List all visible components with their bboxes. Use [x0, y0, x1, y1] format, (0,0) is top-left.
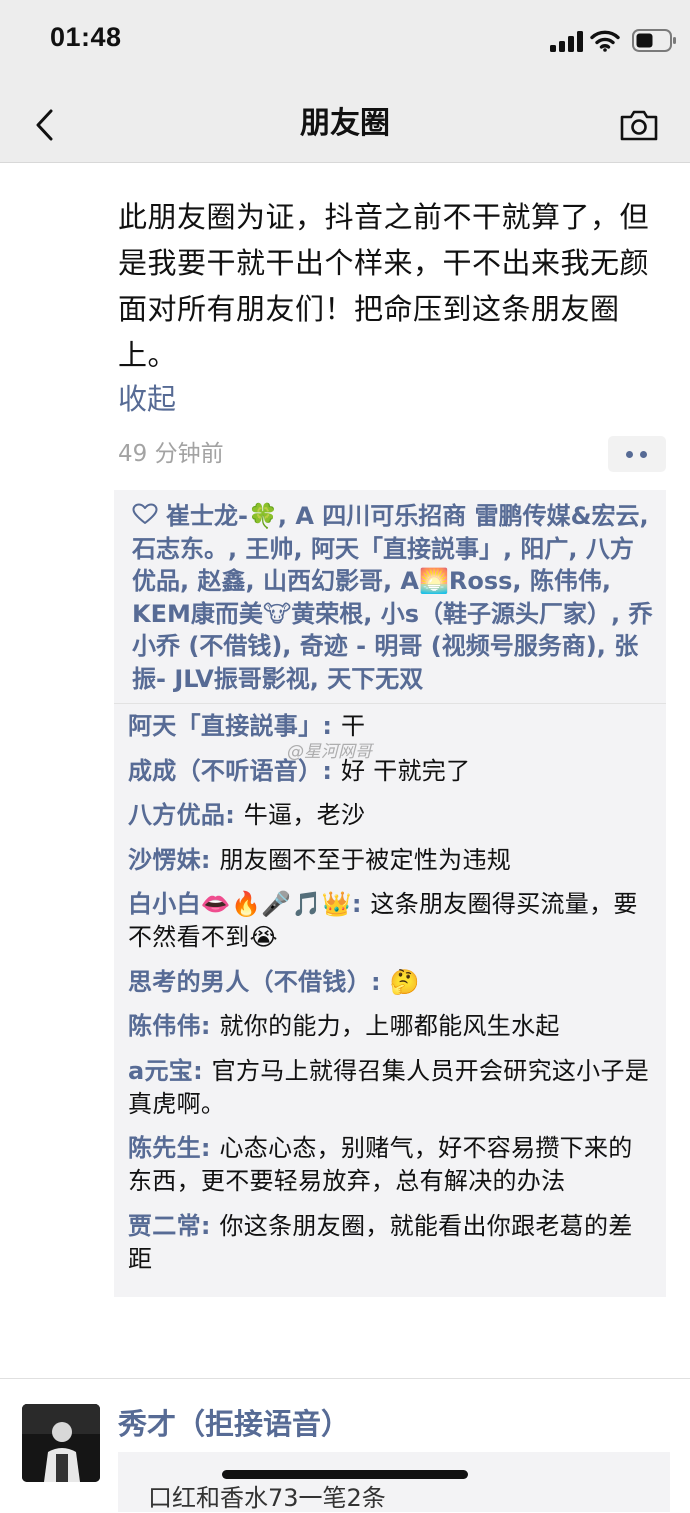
comment-author[interactable]: 阿天「直接説事」: [128, 712, 322, 740]
comment-row[interactable]: 白小白👄🔥🎤🎵👑: 这条朋友圈得买流量，要不然看不到😭: [128, 888, 652, 954]
comment-row[interactable]: 沙愣妹: 朋友圈不至于被定性为违规: [128, 844, 652, 877]
collapse-link[interactable]: 收起: [118, 376, 176, 422]
chevron-left-icon: [36, 109, 53, 141]
comment-row[interactable]: 八方优品: 牛逼，老沙: [128, 799, 652, 832]
back-button[interactable]: [20, 98, 68, 152]
battery-icon: [632, 29, 676, 52]
watermark: @星河网哥: [287, 742, 372, 762]
comment-author[interactable]: a元宝: [128, 1057, 193, 1085]
comment-separator: :: [200, 1211, 220, 1240]
comment-author[interactable]: 沙愣妹: [128, 846, 201, 874]
comment-separator: :: [200, 845, 220, 874]
comment-separator: :: [200, 1012, 220, 1040]
comment-row[interactable]: a元宝: 官方马上就得召集人员开会研究这小子是真虎啊。: [128, 1055, 652, 1121]
camera-button[interactable]: [616, 102, 662, 148]
comment-text: 就你的能力，上哪都能风生水起: [219, 1012, 560, 1040]
avatar-image: [22, 1404, 100, 1482]
post-time: 49 分钟前: [118, 441, 224, 467]
heart-icon: [132, 503, 158, 524]
post-divider: [0, 1378, 690, 1379]
next-post-preview: 口红和香水73一笔2条: [148, 1484, 386, 1512]
more-actions-button[interactable]: [608, 436, 666, 472]
comment-author[interactable]: 陈伟伟: [128, 1012, 201, 1040]
next-post-preview-box: 口红和香水73一笔2条: [118, 1452, 670, 1512]
comment-text: 牛逼，老沙: [243, 801, 366, 829]
comment-author[interactable]: 白小白👄🔥🎤🎵👑: [128, 890, 352, 918]
comment-separator: :: [193, 1056, 212, 1085]
comment-text: 朋友圈不至于被定性为违规: [219, 845, 512, 874]
likes-names[interactable]: 崔士龙-🍀, A 四川可乐招商 雷鹏传媒&宏云, 石志东。, 王帅, 阿天「直接…: [132, 502, 653, 693]
interaction-box: 崔士龙-🍀, A 四川可乐招商 雷鹏传媒&宏云, 石志东。, 王帅, 阿天「直接…: [114, 490, 666, 1297]
nav-bar: 朋友圈: [0, 88, 690, 163]
comment-author[interactable]: 陈先生: [128, 1134, 201, 1162]
comment-separator: :: [322, 712, 341, 740]
comment-separator: :: [200, 1134, 220, 1162]
comment-author[interactable]: 贾二常: [128, 1212, 201, 1240]
comment-separator: :: [371, 967, 390, 996]
comment-row[interactable]: 陈先生: 心态心态，别赌气，好不容易攒下来的东西，更不要轻易放弃，总有解决的办法: [128, 1132, 652, 1198]
avatar[interactable]: [22, 1404, 100, 1482]
likes-section: 崔士龙-🍀, A 四川可乐招商 雷鹏传媒&宏云, 石志东。, 王帅, 阿天「直接…: [114, 490, 666, 704]
home-indicator: [222, 1470, 468, 1479]
comment-author[interactable]: 思考的男人（不借钱）: [128, 968, 371, 996]
next-post-author[interactable]: 秀才（拒接语音）: [118, 1402, 350, 1446]
comment-separator: :: [351, 890, 371, 918]
comment-separator: :: [225, 801, 244, 829]
more-dot-icon: [626, 451, 633, 458]
comment-text: 干: [340, 712, 366, 740]
comment-row[interactable]: 思考的男人（不借钱）: 🤔: [128, 966, 652, 999]
page-title: 朋友圈: [300, 106, 390, 141]
more-dot-icon: [640, 451, 647, 458]
comment-author[interactable]: 八方优品: [128, 801, 225, 829]
camera-icon: [620, 110, 658, 141]
comment-row[interactable]: 阿天「直接説事」: 干: [128, 710, 652, 743]
status-time: 01:48: [50, 22, 122, 52]
comment-row[interactable]: 贾二常: 你这条朋友圈，就能看出你跟老葛的差距: [128, 1210, 652, 1276]
comment-text: 🤔: [389, 967, 420, 996]
wifi-icon: [590, 30, 620, 52]
comment-row[interactable]: 陈伟伟: 就你的能力，上哪都能风生水起: [128, 1010, 652, 1043]
status-bar: 01:48: [0, 0, 690, 88]
post-text: 此朋友圈为证，抖音之前不干就算了，但是我要干就干出个样来，干不出来我无颜面对所有…: [118, 200, 650, 372]
comment-row[interactable]: 成成（不听语音）: 好 干就完了: [128, 755, 652, 788]
signal-icon: [550, 31, 583, 52]
comments-list: 阿天「直接説事」: 干成成（不听语音）: 好 干就完了 八方优品: 牛逼，老沙 沙愣…: [114, 704, 666, 1276]
